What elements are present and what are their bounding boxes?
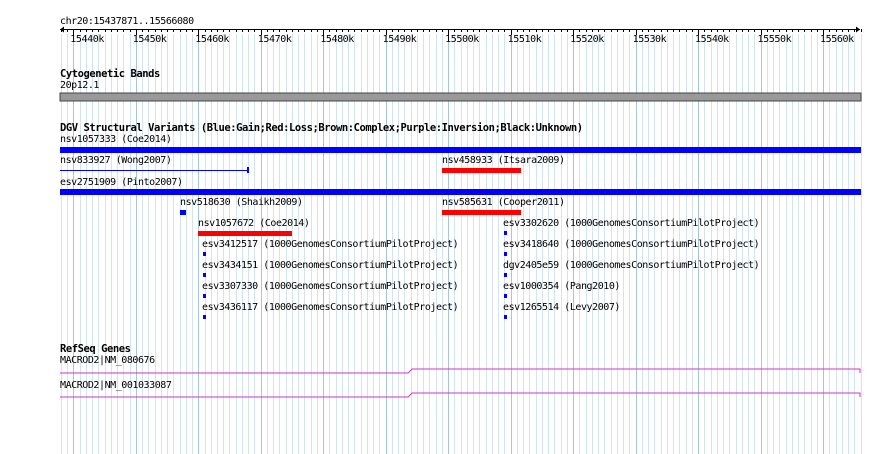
dgv-feature-bar[interactable] [442,210,521,215]
dgv-feature-label: esv1000354 (Pang2010) [503,281,620,292]
dgv-feature-label: esv3418640 (1000GenomesConsortiumPilotPr… [503,239,760,250]
ruler-tick-label: 15480k [320,34,354,45]
ruler-tick-label: 15470k [257,34,292,45]
ruler-tick-label: 15500k [445,34,479,45]
dgv-feature-label: esv3436117 (1000GenomesConsortiumPilotPr… [202,302,459,313]
dgv-feature-label: esv3434151 (1000GenomesConsortiumPilotPr… [202,260,459,271]
cytoband-bar[interactable] [59,92,862,102]
dgv-feature-label: esv3412517 (1000GenomesConsortiumPilotPr… [202,239,459,250]
ruler-tick-label: 15550k [757,34,792,45]
dgv-feature-label: nsv833927 (Wong2007) [60,155,172,166]
dgv-feature-bar[interactable] [442,168,521,173]
dgv-feature-bar[interactable] [504,315,507,319]
dgv-feature-bar[interactable] [203,252,206,256]
dgv-feature-label: dgv2405e59 (1000GenomesConsortiumPilotPr… [503,260,760,271]
dgv-feature-bar[interactable] [60,147,861,153]
dgv-feature-label: esv3307330 (1000GenomesConsortiumPilotPr… [202,281,459,292]
cytoband-label: 20p12.1 [60,80,99,91]
ruler-tick-label: 15530k [632,34,667,45]
genome-browser-panel: chr20:15437871..15566080 15440k 15450k 154… [0,0,890,454]
ruler-tick-label: 15490k [382,34,417,45]
dgv-feature-bar[interactable] [504,252,507,256]
dgv-feature-label: nsv1057333 (Coe2014) [60,134,172,145]
dgv-feature-bar[interactable] [203,273,206,277]
refseq-track-title: RefSeq Genes [60,343,131,355]
dgv-feature-bar[interactable] [180,210,186,215]
dgv-feature-label: nsv518630 (Shaikh2009) [180,197,303,208]
ruler-tick-label: 15540k [695,34,729,45]
dgv-feature-bar[interactable] [60,189,861,195]
dgv-feature-bar[interactable] [504,273,507,277]
dgv-feature-bar[interactable] [504,294,507,298]
ruler-tick-label: 15460k [195,34,229,45]
dgv-feature-bar[interactable] [198,231,292,236]
dgv-feature-label: esv3302620 (1000GenomesConsortiumPilotPr… [503,218,760,229]
ruler-tick-label: 15560k [820,34,854,45]
dgv-feature-bar[interactable] [203,315,206,319]
dgv-feature-label: nsv458933 (Itsara2009) [442,155,565,166]
dgv-feature-label: esv1265514 (Levy2007) [503,302,620,313]
dgv-feature-end-cap [247,167,249,173]
dgv-feature-label: esv2751909 (Pinto2007) [60,177,183,188]
dgv-feature-label: nsv585631 (Cooper2011) [442,197,565,208]
dgv-feature-bar[interactable] [504,231,507,235]
refseq-gene-label[interactable]: MACROD2|NM_001033087 [60,380,172,392]
ruler-tick-label: 15440k [70,34,105,45]
ruler-right-arrow-icon [856,26,860,33]
ruler-tick-label: 15450k [132,34,167,45]
cytoband-track-title: Cytogenetic Bands [60,68,160,80]
ruler-tick-label: 15510k [507,34,542,45]
ruler[interactable]: chr20:15437871..15566080 [60,16,862,35]
refseq-gene-label[interactable]: MACROD2|NM_080676 [60,355,155,367]
dgv-feature-label: nsv1057672 (Coe2014) [198,218,310,229]
cytoband-track[interactable] [59,92,862,102]
dgv-feature-bar[interactable] [60,170,248,171]
ruler-title: chr20:15437871..15566080 [60,16,194,27]
dgv-track-title: DGV Structural Variants (Blue:Gain;Red:L… [60,122,583,134]
dgv-feature-bar[interactable] [203,294,206,298]
ruler-tick-label: 15520k [570,34,604,45]
